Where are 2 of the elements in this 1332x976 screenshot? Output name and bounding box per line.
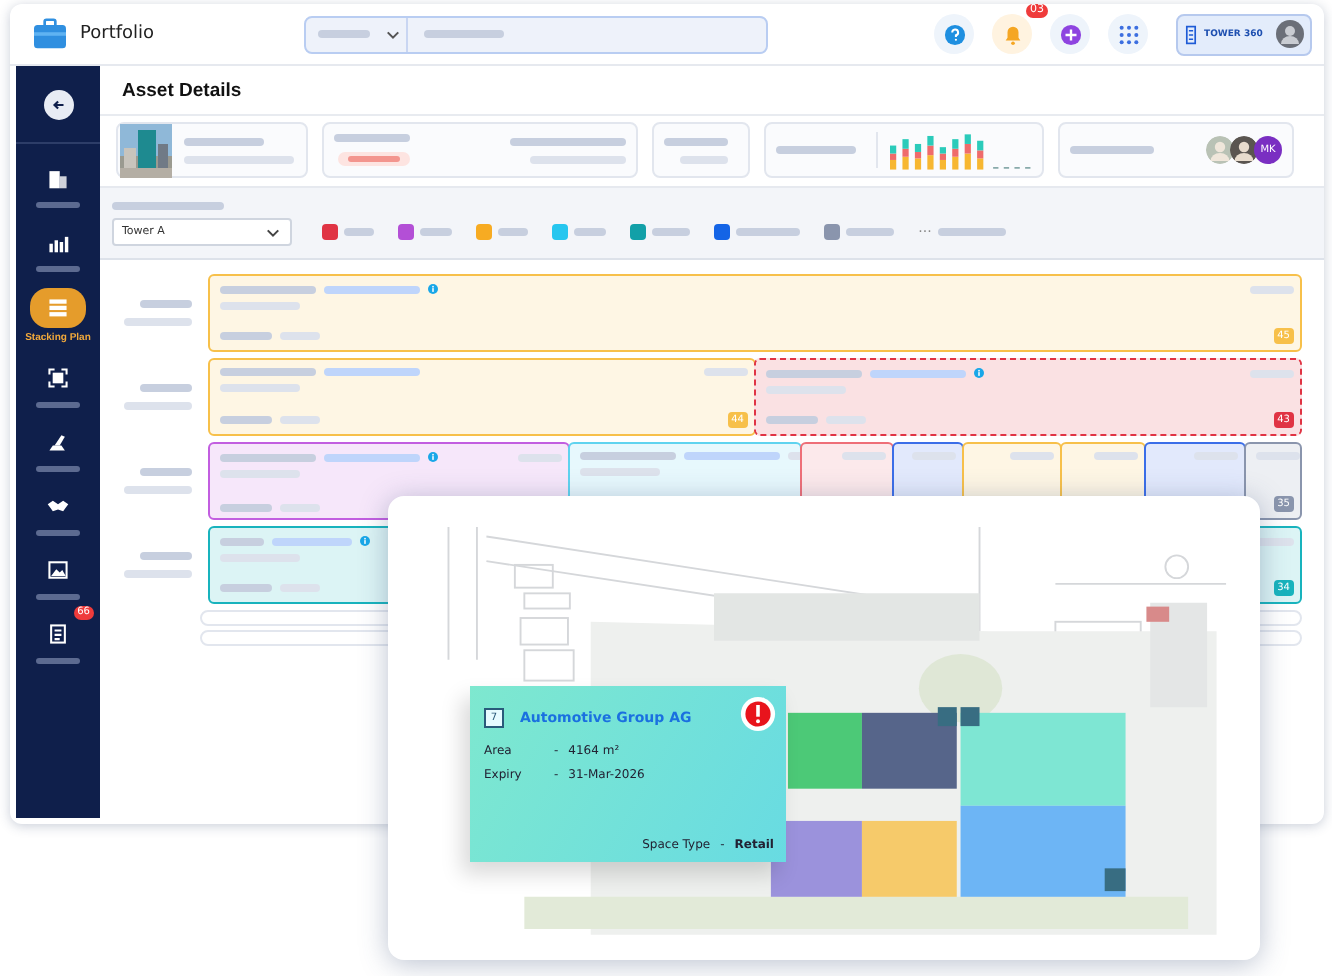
app-title: Portfolio bbox=[80, 24, 157, 44]
page-title: Asset Details bbox=[100, 66, 1324, 116]
